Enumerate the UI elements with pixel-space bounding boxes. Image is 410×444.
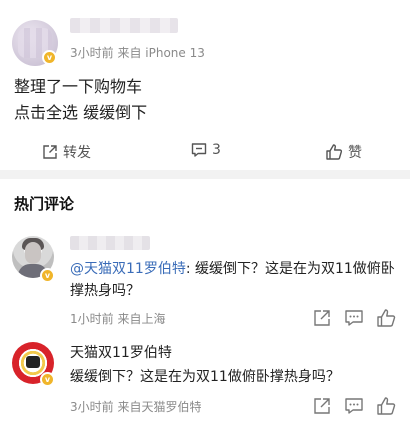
commenter-name-redacted[interactable] [70, 236, 150, 250]
comment-icon[interactable] [344, 308, 364, 328]
post-body-line: 点击全选 缓缓倒下 [14, 103, 148, 122]
section-divider [0, 170, 410, 179]
share-out-icon[interactable] [312, 308, 332, 328]
post-meta: 3小时前 来自 iPhone 13 [70, 46, 205, 60]
verified-badge-icon: v [40, 268, 55, 283]
post-body-line: 整理了一下购物车 [14, 77, 143, 96]
comment-item: v @天猫双11罗伯特: 缓缓倒下？这是在为双11做俯卧撑热身吗？ 1小时前 来… [0, 232, 410, 332]
repost-label: 转发 [63, 145, 91, 161]
comment-text: @天猫双11罗伯特: 缓缓倒下？这是在为双11做俯卧撑热身吗？ [70, 258, 400, 302]
comment-icon[interactable] [344, 396, 364, 416]
thumbs-up-icon[interactable] [376, 308, 396, 328]
verified-badge-icon: v [40, 372, 55, 387]
hot-comments-title: 热门评论 [14, 195, 75, 213]
verified-badge-icon: v [42, 50, 57, 65]
like-button[interactable]: 赞 [325, 142, 362, 162]
comment-item: v 天猫双11罗伯特 缓缓倒下？这是在为双11做俯卧撑热身吗？ 3小时前 来自天… [0, 340, 410, 444]
comment-meta: 3小时前 来自天猫罗伯特 [70, 400, 202, 414]
comment-count: 3 [212, 142, 221, 158]
thumbs-up-icon[interactable] [376, 396, 396, 416]
commenter-name[interactable]: 天猫双11罗伯特 [70, 342, 172, 362]
like-label: 赞 [348, 145, 362, 161]
comment-actions [312, 308, 396, 328]
comment-body: 缓缓倒下？这是在为双11做俯卧撑热身吗？ [70, 369, 340, 385]
comment-meta: 1小时前 来自上海 [70, 312, 166, 326]
post-actions: 转发 3 赞 [0, 138, 410, 168]
share-out-icon [42, 144, 58, 160]
comment-button[interactable]: 3 [191, 142, 221, 158]
author-name-redacted[interactable] [70, 18, 178, 33]
thumbs-up-icon [325, 143, 343, 161]
comment-actions [312, 396, 396, 416]
repost-button[interactable]: 转发 [42, 142, 91, 162]
comment-icon [191, 142, 207, 158]
weibo-post: v 3小时前 来自 iPhone 13 整理了一下购物车 点击全选 缓缓倒下 转… [0, 0, 410, 168]
share-out-icon[interactable] [312, 396, 332, 416]
post-body: 整理了一下购物车 点击全选 缓缓倒下 [14, 74, 147, 126]
mention-link[interactable]: @天猫双11罗伯特 [70, 261, 186, 277]
